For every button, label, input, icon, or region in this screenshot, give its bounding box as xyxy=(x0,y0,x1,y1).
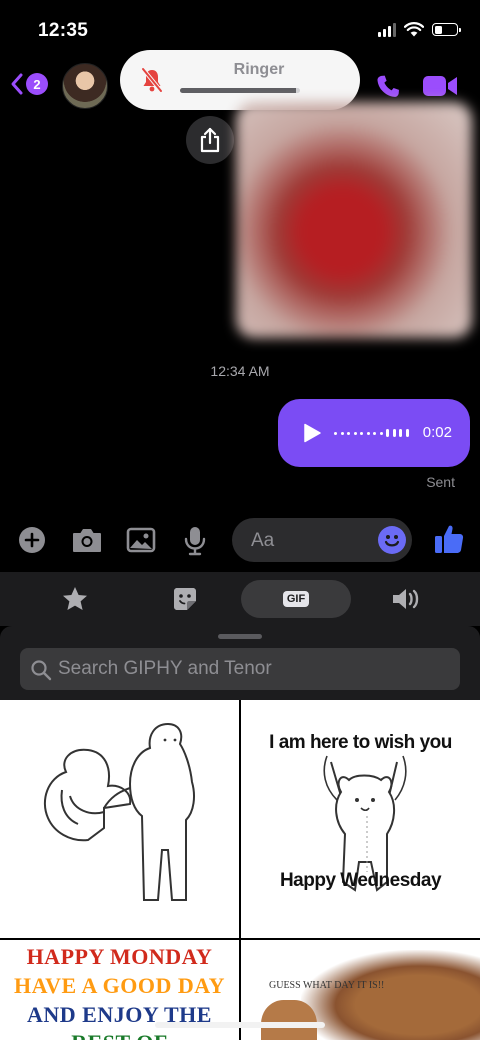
video-call-icon[interactable] xyxy=(422,74,458,98)
ringer-volume-fill xyxy=(180,88,297,93)
gif-illustration xyxy=(43,722,195,901)
camera-icon[interactable] xyxy=(71,526,103,554)
media-tray-tabs: GIF xyxy=(0,572,480,626)
gif-caption-top: I am here to wish you xyxy=(269,732,452,753)
contact-avatar[interactable] xyxy=(62,63,108,109)
phone-call-icon[interactable] xyxy=(374,73,402,101)
speaker-icon xyxy=(393,589,419,609)
ringer-label: Ringer xyxy=(233,61,285,78)
message-input-placeholder: Aa xyxy=(251,530,275,551)
voice-message-bubble[interactable]: 0:02 xyxy=(278,399,470,467)
battery-icon xyxy=(432,23,461,36)
gif-caption-line: HAPPY MONDAY xyxy=(26,944,213,969)
gif-result[interactable] xyxy=(0,700,239,938)
gif-caption-bottom: Happy Wednesday xyxy=(279,870,442,891)
delivery-status: Sent xyxy=(426,474,455,490)
muted-bell-icon xyxy=(141,67,163,93)
thumbs-up-icon[interactable] xyxy=(434,523,464,555)
tab-stickers[interactable] xyxy=(130,580,240,618)
gif-camel-head xyxy=(261,1000,317,1040)
message-composer: Aa xyxy=(0,512,480,568)
gif-camel-illustration xyxy=(301,950,480,1040)
back-button[interactable]: 2 xyxy=(10,72,48,96)
star-icon xyxy=(63,587,87,610)
voice-duration: 0:02 xyxy=(422,424,452,441)
play-icon[interactable] xyxy=(302,423,322,443)
unread-count-badge: 2 xyxy=(26,73,48,95)
voice-waveform xyxy=(334,425,409,441)
share-icon xyxy=(200,127,220,153)
gif-result[interactable]: I am here to wish you Happy Wednesday xyxy=(241,700,480,938)
gif-caption-line: REST OF xyxy=(0,1030,239,1040)
tab-favorites[interactable] xyxy=(20,580,130,618)
ringer-volume-bar xyxy=(180,88,300,93)
sticker-icon xyxy=(174,588,196,610)
smiley-icon xyxy=(384,535,400,547)
tab-gif[interactable]: GIF xyxy=(241,580,351,618)
panel-grabber[interactable] xyxy=(218,634,262,639)
gif-panel: Search GIPHY and Tenor I am here to wish… xyxy=(0,626,480,1040)
plus-circle-icon[interactable] xyxy=(18,526,46,554)
gif-search-placeholder: Search GIPHY and Tenor xyxy=(58,658,272,679)
tab-sounds[interactable] xyxy=(351,580,461,618)
home-indicator[interactable] xyxy=(155,1022,325,1028)
microphone-icon[interactable] xyxy=(184,526,206,556)
status-time: 12:35 xyxy=(38,20,89,41)
gif-caption-line: HAVE A GOOD DAY xyxy=(13,973,226,998)
ringer-volume-hud: Ringer xyxy=(120,50,360,110)
gallery-icon[interactable] xyxy=(126,526,156,554)
emoji-button[interactable] xyxy=(378,526,406,554)
wifi-icon xyxy=(404,22,424,37)
gif-caption-top: GUESS WHAT DAY IT IS!! xyxy=(269,980,385,991)
message-input[interactable]: Aa xyxy=(232,518,412,562)
chevron-left-icon xyxy=(11,73,23,95)
search-icon xyxy=(31,660,52,681)
tab-gif-label: GIF xyxy=(282,591,310,607)
gif-search-input[interactable]: Search GIPHY and Tenor xyxy=(20,648,460,690)
message-timestamp: 12:34 AM xyxy=(210,363,270,379)
status-icons xyxy=(378,22,461,37)
gif-results-grid: I am here to wish you Happy Wednesday HA… xyxy=(0,700,480,1040)
shared-photo-message[interactable] xyxy=(236,102,472,338)
share-button[interactable] xyxy=(186,116,234,164)
cellular-signal-icon xyxy=(378,22,396,37)
